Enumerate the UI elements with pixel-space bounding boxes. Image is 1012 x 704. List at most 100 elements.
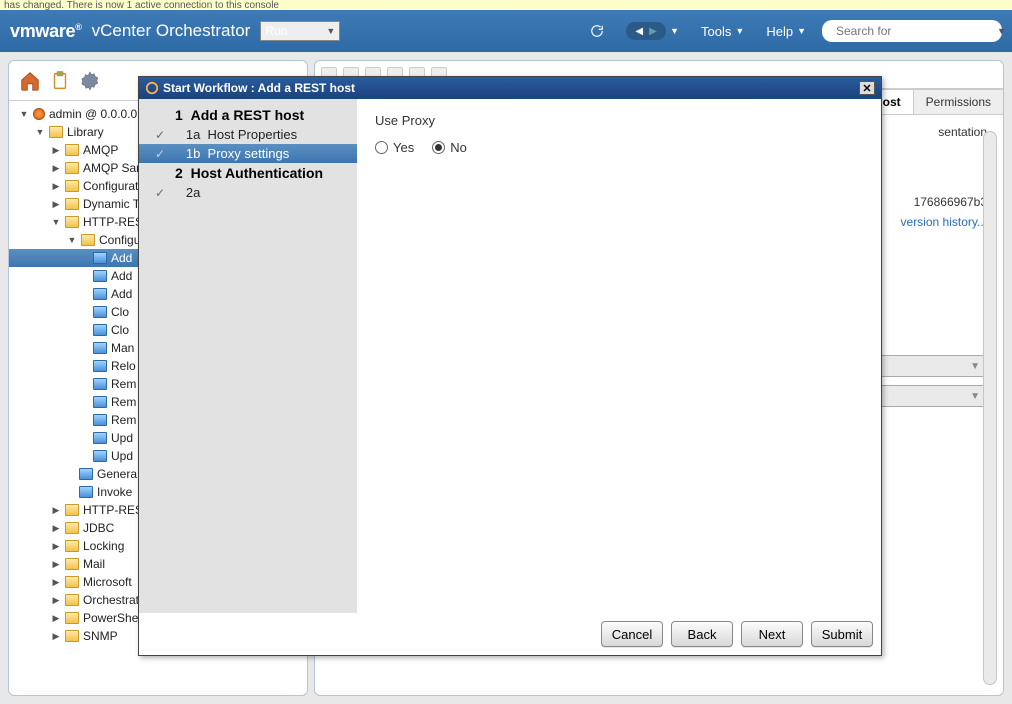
workflow-icon: [93, 306, 107, 318]
step-1[interactable]: 1 Add a REST host: [139, 105, 357, 125]
tree-label: Mail: [83, 557, 105, 571]
logo-ware: ware: [35, 21, 75, 41]
tree-label: AMQP: [83, 143, 118, 157]
tree-label: Clo: [111, 305, 129, 319]
history-back-forward[interactable]: ◀▶ ▼: [620, 18, 685, 44]
workflow-icon: [93, 450, 107, 462]
workflow-icon: [93, 378, 107, 390]
folder-icon: [65, 180, 79, 192]
folder-icon: [65, 630, 79, 642]
back-button[interactable]: Back: [671, 621, 733, 647]
radio-label: Yes: [393, 140, 414, 155]
home-icon[interactable]: [19, 70, 41, 92]
step-2a[interactable]: ✓ 2a: [139, 183, 357, 202]
close-button[interactable]: ✕: [859, 81, 875, 95]
workflow-icon: [93, 360, 107, 372]
run-mode-select[interactable]: Run ▼: [260, 21, 340, 41]
folder-icon: [65, 558, 79, 570]
search-box[interactable]: ▼: [822, 20, 1002, 42]
folder-icon: [65, 144, 79, 156]
tree-label: Locking: [83, 539, 124, 553]
tree-label: Add: [111, 287, 132, 301]
radio-icon: [375, 141, 388, 154]
folder-icon: [65, 162, 79, 174]
step-num: 1b: [186, 146, 200, 161]
folder-icon: [49, 126, 63, 138]
submit-button[interactable]: Submit: [811, 621, 873, 647]
folder-icon: [65, 594, 79, 606]
scrollbar[interactable]: [983, 131, 997, 685]
workflow-icon: [93, 270, 107, 282]
search-input[interactable]: [830, 24, 997, 38]
tools-label: Tools: [701, 24, 731, 39]
version-history-link[interactable]: version history...: [901, 215, 987, 229]
workflow-icon: [93, 288, 107, 300]
app-header: vmware® vCenter Orchestrator Run ▼ ◀▶ ▼ …: [0, 10, 1012, 52]
status-notice: has changed. There is now 1 active conne…: [0, 0, 1012, 10]
tree-root-label: admin @ 0.0.0.0: [49, 107, 137, 121]
use-proxy-yes[interactable]: Yes: [375, 140, 414, 155]
refresh-button[interactable]: [584, 20, 610, 42]
start-workflow-dialog: Start Workflow : Add a REST host ✕ 1 Add…: [138, 76, 882, 656]
dialog-titlebar: Start Workflow : Add a REST host ✕: [139, 77, 881, 99]
step-num: 2a: [186, 185, 200, 200]
folder-icon: [65, 522, 79, 534]
folder-icon: [65, 504, 79, 516]
tree-label: Clo: [111, 323, 129, 337]
run-label: Run: [265, 24, 287, 38]
search-filter-dropdown[interactable]: ▼: [997, 26, 1006, 36]
workflow-icon: [93, 342, 107, 354]
step-num: 1a: [186, 127, 200, 142]
tree-label: Configurat: [83, 179, 138, 193]
tree-label: AMQP San: [83, 161, 143, 175]
step-2[interactable]: 2 Host Authentication: [139, 163, 357, 183]
tree-label: Upd: [111, 449, 133, 463]
step-label: Host Properties: [208, 127, 298, 142]
use-proxy-label: Use Proxy: [375, 113, 863, 128]
tree-label: Invoke: [97, 485, 132, 499]
workflow-icon: [93, 324, 107, 336]
logo-vm: vm: [10, 21, 35, 41]
tree-label: Rem: [111, 395, 136, 409]
step-num: 2: [175, 165, 183, 181]
step-1b[interactable]: ✓ 1b Proxy settings: [139, 144, 357, 163]
tree-label: Rem: [111, 377, 136, 391]
radio-icon: [432, 141, 445, 154]
tree-label: Microsoft: [83, 575, 132, 589]
use-proxy-no[interactable]: No: [432, 140, 467, 155]
tree-label: PowerShe: [83, 611, 138, 625]
tree-label: Rem: [111, 413, 136, 427]
tree-label: JDBC: [83, 521, 114, 535]
gear-icon[interactable]: [79, 70, 101, 92]
tree-label: Configu: [99, 233, 140, 247]
workflow-icon: [93, 432, 107, 444]
clipboard-icon[interactable]: [49, 70, 71, 92]
tree-label: Upd: [111, 431, 133, 445]
help-menu[interactable]: Help▼: [760, 20, 812, 43]
tree-label: Genera: [97, 467, 137, 481]
tools-menu[interactable]: Tools▼: [695, 20, 750, 43]
vmware-logo: vmware®: [10, 21, 82, 42]
folder-icon: [81, 234, 95, 246]
wizard-steps: 1 Add a REST host ✓ 1a Host Properties ✓…: [139, 99, 357, 613]
cancel-button[interactable]: Cancel: [601, 621, 663, 647]
workflow-icon: [93, 252, 107, 264]
next-button[interactable]: Next: [741, 621, 803, 647]
workflow-icon: [93, 396, 107, 408]
radio-label: No: [450, 140, 467, 155]
step-label: Add a REST host: [191, 107, 305, 123]
server-icon: [33, 108, 45, 120]
workflow-icon: [79, 486, 93, 498]
tree-label: Dynamic T: [83, 197, 140, 211]
workflow-icon: [145, 81, 159, 95]
dialog-title-text: Start Workflow : Add a REST host: [163, 81, 355, 95]
tab-presentation-partial[interactable]: sentation: [938, 125, 987, 139]
dialog-buttons: Cancel Back Next Submit: [139, 613, 881, 655]
workflow-id: 176866967b3: [914, 195, 987, 209]
tree-label: Library: [67, 125, 104, 139]
tab-permissions[interactable]: Permissions: [913, 89, 1004, 114]
step-label: Proxy settings: [208, 146, 290, 161]
workflow-icon: [93, 414, 107, 426]
wizard-content: Use Proxy Yes No: [357, 99, 881, 613]
step-1a[interactable]: ✓ 1a Host Properties: [139, 125, 357, 144]
